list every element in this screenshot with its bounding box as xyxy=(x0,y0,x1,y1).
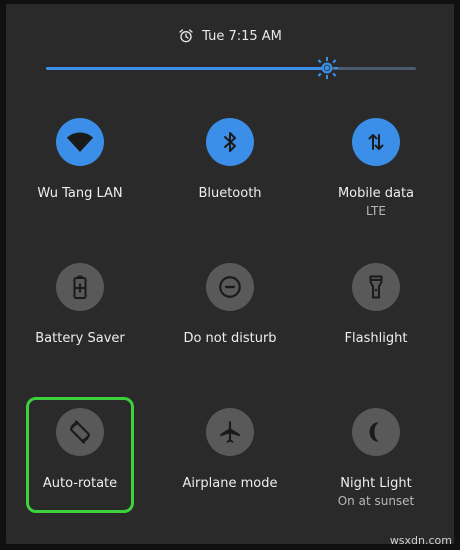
tile-label: Flashlight xyxy=(344,331,408,346)
wifi-icon xyxy=(66,132,94,152)
brightness-slider[interactable] xyxy=(46,57,416,79)
flashlight-button[interactable] xyxy=(352,263,400,311)
tile-flashlight[interactable]: Flashlight xyxy=(306,263,446,383)
tile-label: Do not disturb xyxy=(183,331,277,346)
tile-label: Bluetooth xyxy=(198,186,262,201)
tile-label: Night Light xyxy=(340,476,412,491)
bluetooth-icon xyxy=(224,132,236,152)
airplane-mode-button[interactable] xyxy=(206,408,254,456)
screen-frame: Tue 7:15 AM Wu Tang LAN Bluetooth Mobile… xyxy=(0,0,460,550)
tile-wifi[interactable]: Wu Tang LAN xyxy=(10,118,150,238)
watermark-text: wsxdn.com xyxy=(389,534,452,547)
battery-saver-button[interactable] xyxy=(56,263,104,311)
do-not-disturb-icon xyxy=(219,276,241,298)
mobile-data-icon xyxy=(368,134,384,150)
wifi-button[interactable] xyxy=(56,118,104,166)
brightness-fill xyxy=(46,67,327,70)
night-light-button[interactable] xyxy=(352,408,400,456)
flashlight-icon xyxy=(369,275,383,299)
tile-mobile-data[interactable]: Mobile data LTE xyxy=(306,118,446,238)
tile-sublabel: On at sunset xyxy=(337,494,415,508)
tile-sublabel: LTE xyxy=(366,204,386,218)
auto-rotate-highlight-box xyxy=(26,397,134,513)
tile-do-not-disturb[interactable]: Do not disturb xyxy=(160,263,300,383)
alarm-clock-icon xyxy=(179,29,193,43)
tile-label: Battery Saver xyxy=(35,331,125,346)
tile-label: Mobile data xyxy=(337,186,415,201)
bluetooth-button[interactable] xyxy=(206,118,254,166)
battery-saver-icon xyxy=(73,275,87,299)
tile-label: Airplane mode xyxy=(182,476,278,491)
tile-night-light[interactable]: Night Light On at sunset xyxy=(306,408,446,528)
quick-settings-panel: Tue 7:15 AM Wu Tang LAN Bluetooth Mobile… xyxy=(6,4,454,544)
status-time: Tue 7:15 AM xyxy=(202,28,282,44)
tile-bluetooth[interactable]: Bluetooth xyxy=(160,118,300,238)
airplane-icon xyxy=(220,421,240,443)
do-not-disturb-button[interactable] xyxy=(206,263,254,311)
mobile-data-button[interactable] xyxy=(352,118,400,166)
tile-label: Wu Tang LAN xyxy=(37,186,123,201)
tile-battery-saver[interactable]: Battery Saver xyxy=(10,263,150,383)
brightness-thumb-icon[interactable] xyxy=(315,56,339,80)
status-row: Tue 7:15 AM xyxy=(6,26,454,46)
tile-airplane-mode[interactable]: Airplane mode xyxy=(160,408,300,528)
night-light-icon xyxy=(369,422,379,442)
